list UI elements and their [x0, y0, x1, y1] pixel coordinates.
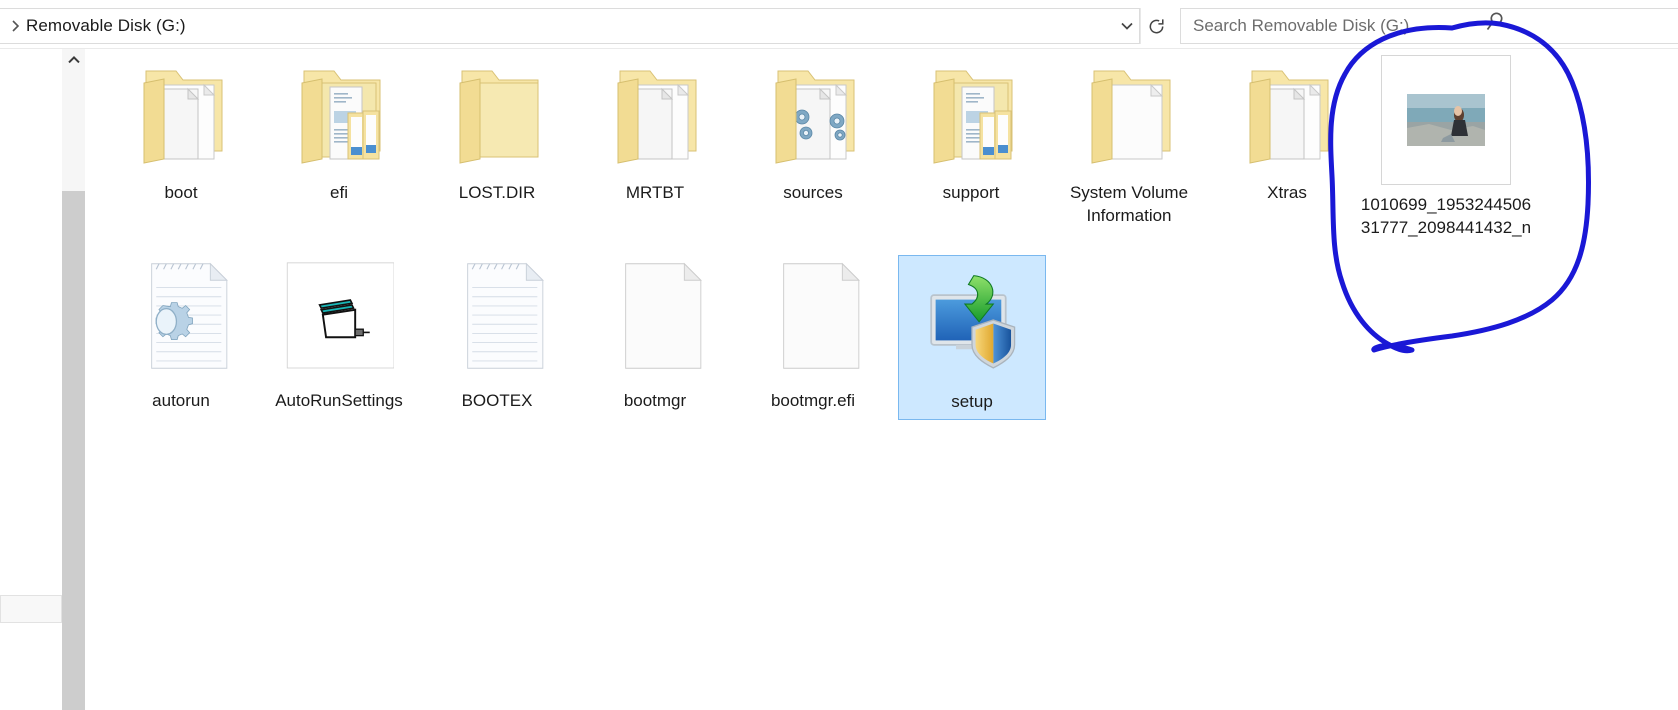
file-item-label: LOST.DIR [458, 183, 536, 202]
text-document-icon [442, 261, 552, 381]
scrollbar-track[interactable] [62, 191, 85, 710]
file-item-mrtbt[interactable]: MRTBT [576, 53, 734, 204]
file-item-sources[interactable]: sources [734, 53, 892, 204]
file-item-label: AutoRunSettings [275, 391, 403, 410]
file-grid-row-2: autorun AutoRunSettings BOOTEX bootmgr b… [98, 255, 1678, 451]
folder-single-document-icon [1074, 53, 1184, 173]
file-item-label: BOOTEX [461, 391, 533, 410]
search-input[interactable]: Search Removable Disk (G:) [1193, 16, 1409, 36]
blank-file-icon [600, 261, 710, 381]
address-path-label: Removable Disk (G:) [26, 16, 186, 35]
folder-empty-icon [442, 53, 552, 173]
search-box[interactable]: Search Removable Disk (G:) [1180, 8, 1678, 44]
gear-document-icon [126, 261, 236, 381]
folder-with-documents-icon [1232, 53, 1342, 173]
file-item-label: Xtras [1267, 183, 1307, 202]
file-explorer-window: Removable Disk (G:) Search Removable Dis… [0, 0, 1678, 710]
file-grid: boot efi LOST.DIR MRTBT sources support … [98, 49, 1678, 710]
refresh-icon[interactable] [1140, 8, 1172, 44]
file-item-label: sources [783, 183, 843, 202]
chevron-up-icon[interactable] [62, 49, 85, 71]
file-item-label: bootmgr [623, 391, 687, 410]
file-item-xtras[interactable]: Xtras [1208, 53, 1366, 204]
file-item-lost-dir[interactable]: LOST.DIR [418, 53, 576, 204]
file-item-bootmgr-efi[interactable]: bootmgr.efi [734, 261, 892, 412]
file-item-label: efi [330, 183, 348, 202]
thumbnail-image [1407, 94, 1485, 146]
file-item-label: bootmgr.efi [770, 391, 856, 410]
folder-with-subfolders-icon [916, 53, 1026, 173]
file-item-autorun[interactable]: autorun [102, 261, 260, 412]
photo-thumbnail-icon [1381, 55, 1511, 185]
file-item-efi[interactable]: efi [260, 53, 418, 204]
file-item-label: boot [164, 183, 198, 202]
file-item-boot[interactable]: boot [102, 53, 260, 204]
vertical-scrollbar[interactable] [62, 49, 85, 710]
file-item-bootex[interactable]: BOOTEX [418, 261, 576, 412]
nav-pane-item-placeholder[interactable] [0, 595, 62, 623]
scrollbar-thumb[interactable] [62, 49, 85, 191]
file-item-label: MRTBT [625, 183, 685, 202]
content-area: boot efi LOST.DIR MRTBT sources support … [0, 48, 1678, 710]
file-item-label: 1010699_195324450631777_2098441432_n [1360, 195, 1532, 237]
window-app-icon [284, 261, 394, 381]
blank-file-icon [758, 261, 868, 381]
file-item-label: setup [951, 392, 993, 411]
folder-with-documents-icon [600, 53, 710, 173]
file-item-autorunsettings[interactable]: AutoRunSettings [260, 261, 418, 412]
file-item-label: support [942, 183, 1000, 202]
folder-with-documents-icon [126, 53, 236, 173]
file-item-setup[interactable]: setup [898, 255, 1046, 420]
address-bar[interactable]: Removable Disk (G:) [0, 8, 1140, 44]
file-grid-row-1: boot efi LOST.DIR MRTBT sources support … [98, 53, 1678, 253]
file-item-bootmgr[interactable]: bootmgr [576, 261, 734, 412]
file-item-label: autorun [152, 391, 210, 410]
chevron-down-icon[interactable] [1110, 8, 1144, 44]
file-item-label: System Volume Information [1069, 183, 1189, 225]
file-item-system-volume-information[interactable]: System Volume Information [1050, 53, 1208, 227]
file-item-support[interactable]: support [892, 53, 1050, 204]
file-item-photo-thumbnail[interactable]: 1010699_195324450631777_2098441432_n [1360, 55, 1532, 239]
chevron-right-icon[interactable] [0, 20, 26, 32]
folder-with-subfolders-icon [284, 53, 394, 173]
search-icon[interactable] [1482, 9, 1508, 35]
navigation-pane [0, 49, 62, 710]
setup-installer-icon [917, 262, 1027, 382]
folder-with-gears-icon [758, 53, 868, 173]
